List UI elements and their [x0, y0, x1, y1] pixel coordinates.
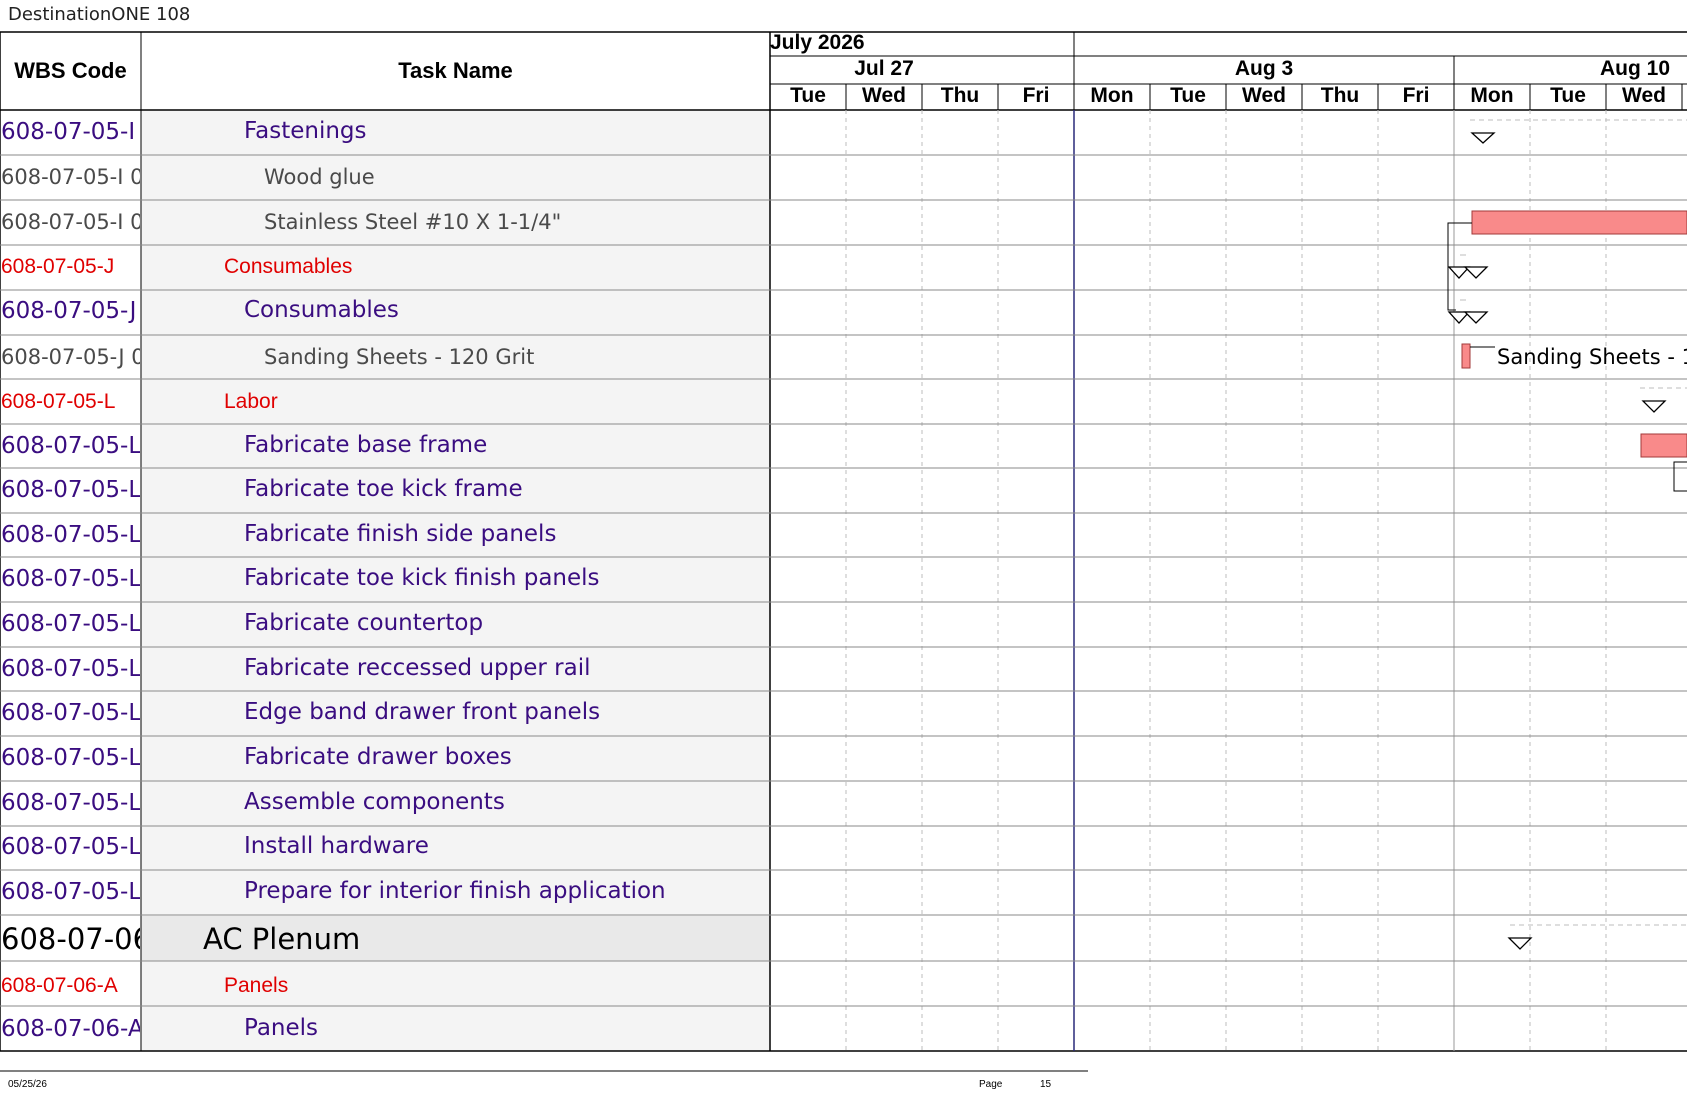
task-name-cell[interactable]: Sanding Sheets - 120 Grit — [264, 345, 534, 369]
task-name-cell[interactable]: Consumables — [244, 297, 399, 323]
timescale-day: Thu — [1320, 84, 1360, 107]
task-name-cell[interactable]: Stainless Steel #10 X 1-1/4" — [264, 210, 561, 234]
footer-date: 05/25/26 — [8, 1079, 47, 1090]
bar-stainless-steel[interactable] — [1471, 210, 1687, 235]
task-name-cell[interactable]: Assemble components — [244, 789, 505, 815]
wbs-cell[interactable]: 608-07-05-J 01 — [1, 345, 140, 369]
wbs-cell[interactable]: 608-07-05-L ( — [1, 433, 140, 459]
wbs-cell[interactable]: 608-07-05-L 1 — [1, 879, 140, 905]
task-column-header[interactable]: Task Name — [141, 32, 770, 110]
bar-fabricate-base-frame[interactable] — [1640, 433, 1687, 458]
timescale-week: Jul 27 — [854, 57, 914, 80]
wbs-cell[interactable]: 608-07-05-I 01 — [1, 210, 140, 234]
timescale-day: Mon — [1090, 84, 1134, 107]
task-name-cell[interactable]: Fastenings — [244, 118, 367, 144]
task-name-cell[interactable]: Edge band drawer front panels — [244, 699, 600, 725]
summary-marker-ac-plenum[interactable] — [1507, 924, 1687, 950]
timescale-day: Tue — [790, 84, 826, 107]
task-name-cell[interactable]: Panels — [244, 1015, 318, 1041]
task-name-cell[interactable]: Labor — [224, 390, 278, 414]
wbs-cell[interactable]: 608-07-05-L ( — [1, 700, 140, 726]
task-name-cell[interactable]: Install hardware — [244, 833, 429, 859]
task-name-cell[interactable]: Fabricate countertop — [244, 610, 483, 636]
wbs-cell[interactable]: 608-07-05-L ( — [1, 522, 140, 548]
wbs-cell[interactable]: 608-07-05-L 1 — [1, 834, 140, 860]
wbs-cell[interactable]: 608-07-05-L ( — [1, 477, 140, 503]
timescale-week: Aug 10 — [1599, 57, 1670, 80]
timescale-day: Tue — [1170, 84, 1206, 107]
link-connector-base-frame — [1673, 461, 1687, 492]
wbs-cell[interactable]: 608-07-05-I 01 — [1, 165, 140, 189]
footer-page-label: Page — [979, 1079, 1003, 1090]
wbs-cell[interactable]: 608-07-05-J — [1, 255, 140, 279]
task-name-cell[interactable]: Fabricate reccessed upper rail — [244, 655, 590, 681]
wbs-cell[interactable]: 608-07-05-L ( — [1, 656, 140, 682]
timescale-day: Wed — [1622, 84, 1666, 107]
task-name-cell[interactable]: Prepare for interior finish application — [244, 878, 666, 904]
wbs-cell[interactable]: 608-07-06 — [1, 922, 140, 956]
timescale-month: July 2026 — [770, 31, 865, 54]
task-name-cell[interactable]: Consumables — [224, 255, 352, 279]
bar-sanding-sheets[interactable] — [1461, 343, 1471, 369]
wbs-column-header[interactable]: WBS Code — [0, 32, 141, 110]
wbs-cell[interactable]: 608-07-05-I 0 — [1, 119, 140, 145]
timescale-day: Wed — [1242, 84, 1286, 107]
task-name-cell[interactable]: Fabricate toe kick finish panels — [244, 565, 600, 591]
task-name-cell[interactable]: Fabricate finish side panels — [244, 521, 556, 547]
footer-page-number: 15 — [1040, 1079, 1052, 1090]
task-name-cell[interactable]: Fabricate drawer boxes — [244, 744, 512, 770]
timescale-day: Fri — [1022, 84, 1050, 107]
task-name-cell[interactable]: Panels — [224, 974, 288, 998]
summary-marker-fastenings[interactable] — [1470, 119, 1687, 144]
wbs-cell[interactable]: 608-07-05-L ( — [1, 611, 140, 637]
timescale-week: Aug 3 — [1234, 57, 1294, 80]
wbs-cell[interactable]: 608-07-06-A ( — [1, 1016, 140, 1042]
wbs-cell[interactable]: 608-07-06-A — [1, 974, 140, 998]
wbs-cell[interactable]: 608-07-05-L 1 — [1, 790, 140, 816]
summary-marker-consumables-phase[interactable] — [1447, 254, 1489, 279]
wbs-cell[interactable]: 608-07-05-L 1 — [1, 745, 140, 771]
timescale-day: Wed — [862, 84, 906, 107]
timescale-day: Mon — [1470, 84, 1514, 107]
summary-marker-labor[interactable] — [1640, 387, 1687, 413]
task-name-cell[interactable]: Fabricate base frame — [244, 432, 487, 458]
summary-marker-consumables-task[interactable] — [1447, 299, 1489, 324]
wbs-cell[interactable]: 608-07-05-L — [1, 390, 140, 414]
timescale-day: Tue — [1550, 84, 1586, 107]
task-name-cell[interactable]: Wood glue — [264, 165, 375, 189]
task-name-cell[interactable]: AC Plenum — [203, 922, 360, 956]
timescale-day: Thu — [940, 84, 980, 107]
timescale-day: Fri — [1402, 84, 1430, 107]
bar-label-sanding-sheets: Sanding Sheets - 12 — [1497, 345, 1687, 369]
task-name-cell[interactable]: Fabricate toe kick frame — [244, 476, 523, 502]
wbs-cell[interactable]: 608-07-05-L ( — [1, 566, 140, 592]
wbs-cell[interactable]: 608-07-05-J ( — [1, 298, 140, 324]
